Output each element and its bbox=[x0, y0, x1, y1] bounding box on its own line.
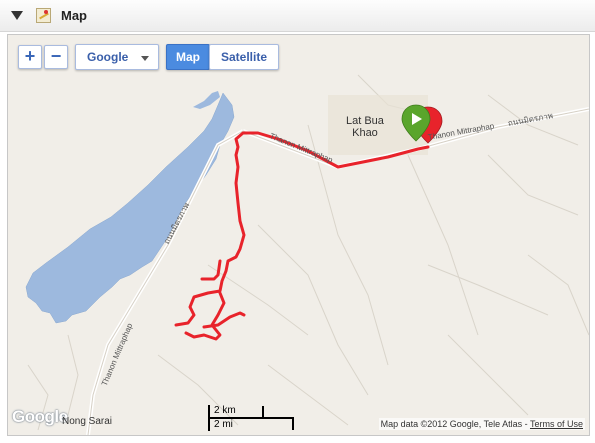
map-panel-header: Map bbox=[0, 0, 595, 32]
caret-down-icon bbox=[141, 56, 149, 61]
map-viewport[interactable]: + − Google Map Satellite Lat Bua Khao Th… bbox=[7, 34, 590, 436]
reservoir-water bbox=[25, 92, 235, 324]
map-provider-dropdown[interactable]: Google bbox=[75, 44, 159, 70]
provider-label: Google bbox=[87, 50, 129, 64]
scale-bar: 2 km 2 mi bbox=[208, 405, 298, 431]
terms-of-use-link[interactable]: Terms of Use bbox=[530, 419, 583, 429]
map-canvas[interactable] bbox=[8, 35, 589, 435]
place-label-nong-sarai: Nong Sarai bbox=[62, 416, 113, 427]
zoom-out-button[interactable]: − bbox=[44, 45, 68, 69]
scale-mi-label: 2 mi bbox=[214, 419, 233, 430]
zoom-in-button[interactable]: + bbox=[18, 45, 42, 69]
place-label-lat-bua-khao: Lat Bua Khao bbox=[346, 115, 384, 139]
satellite-type-button[interactable]: Satellite bbox=[209, 44, 279, 70]
map-type-button[interactable]: Map bbox=[166, 44, 210, 70]
collapse-arrow-icon[interactable] bbox=[11, 11, 23, 20]
google-logo[interactable]: Google bbox=[12, 407, 68, 427]
map-attribution: Map data ©2012 Google, Tele Atlas - Term… bbox=[378, 418, 585, 430]
map-icon bbox=[36, 8, 51, 23]
scale-km-label: 2 km bbox=[214, 405, 236, 416]
route-track bbox=[174, 131, 430, 341]
panel-title: Map bbox=[61, 8, 87, 23]
